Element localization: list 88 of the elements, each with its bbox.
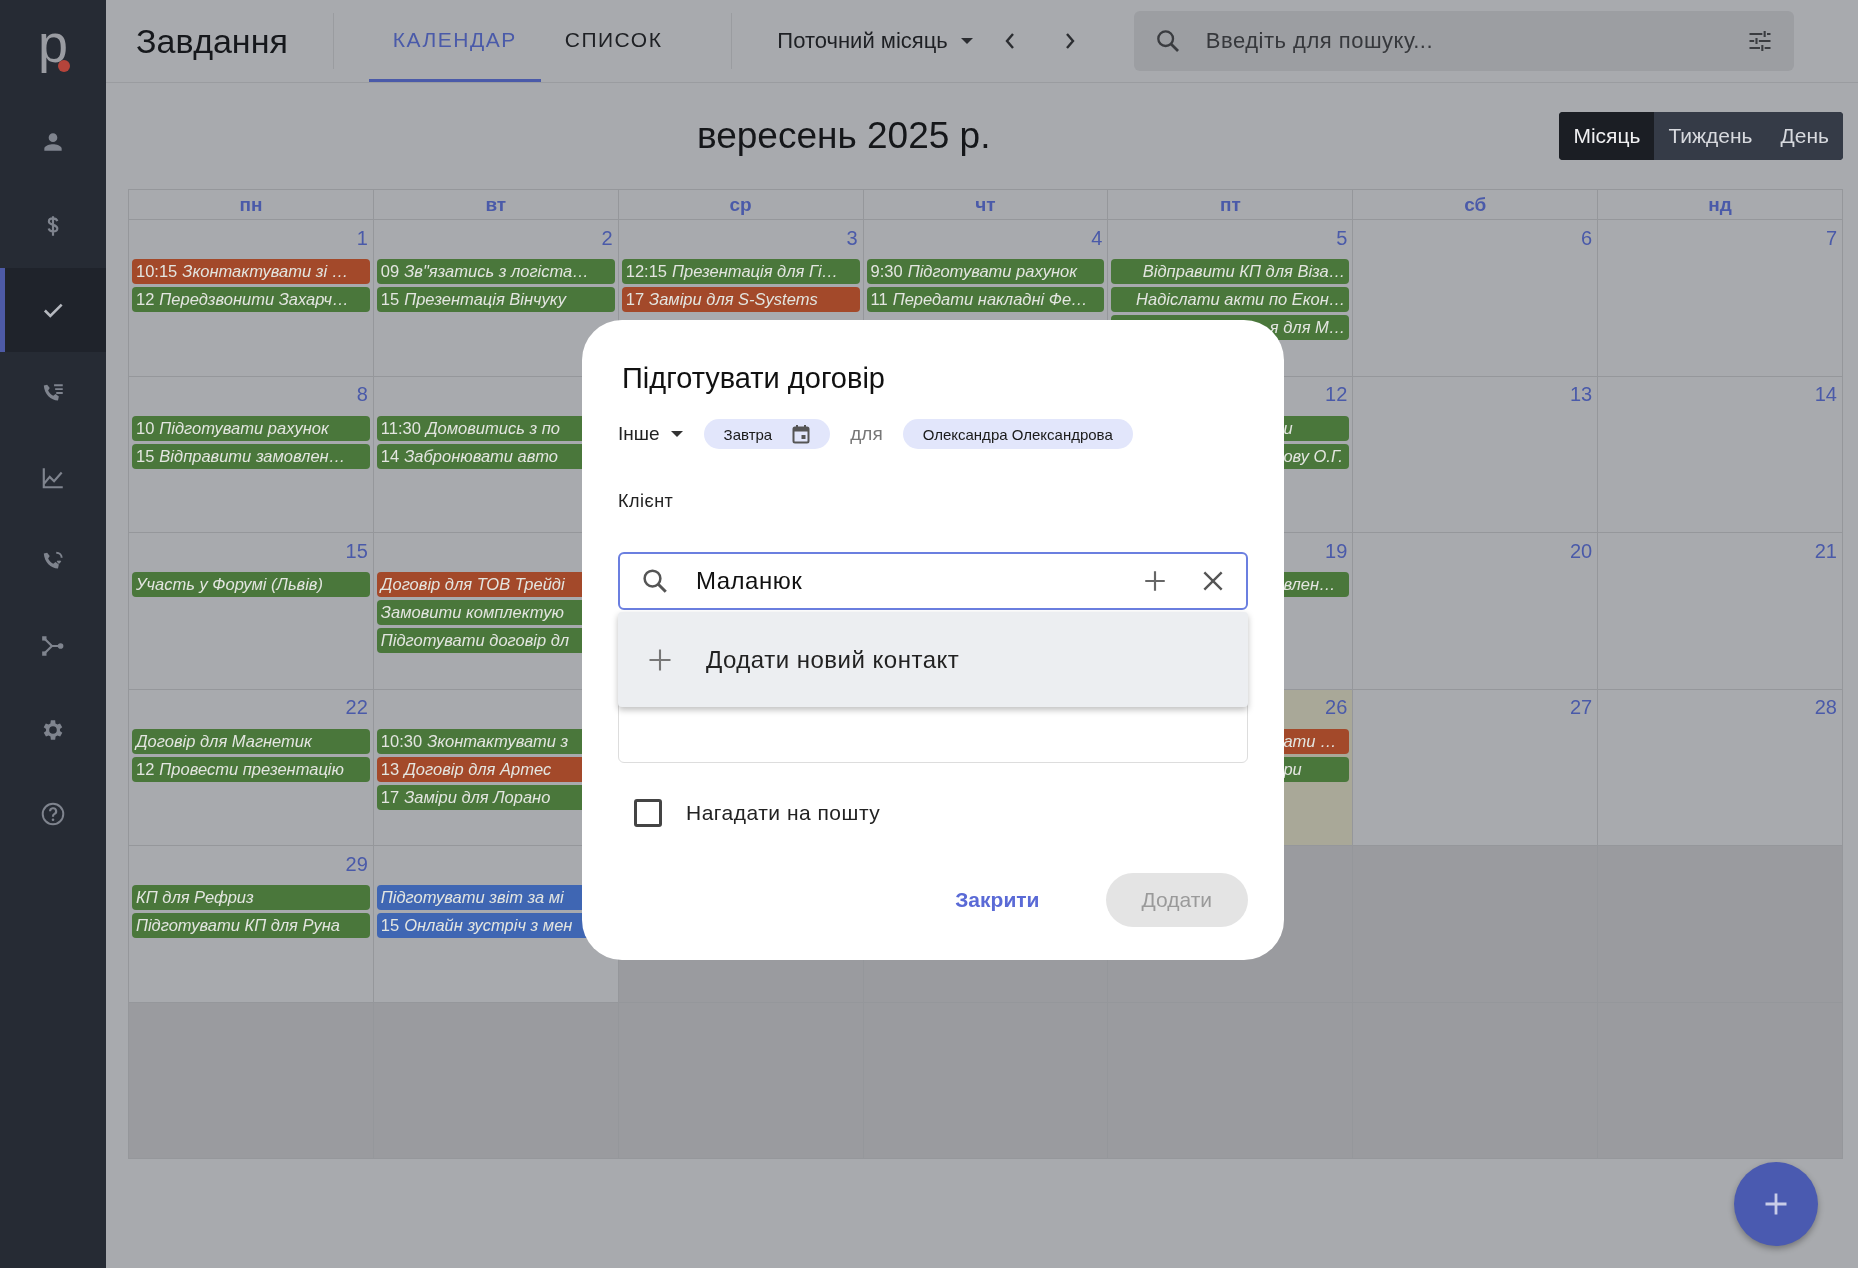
event-chip[interactable]: 12 Передзвонити Захарч… <box>132 287 370 312</box>
for-label: для <box>850 423 883 445</box>
day-number: 3 <box>846 226 859 250</box>
view-button[interactable]: Місяць <box>1559 112 1655 160</box>
event-chip[interactable]: 15 Презентація Вінчуку <box>376 287 615 312</box>
event-chip[interactable]: Відправити КП для Віза… <box>1111 259 1350 284</box>
nav-item[interactable] <box>0 268 106 352</box>
day-cell[interactable]: 7 <box>1598 220 1843 377</box>
weekday-header: чт <box>863 190 1109 220</box>
logo[interactable]: p <box>28 0 78 100</box>
line-chart-icon <box>40 465 66 491</box>
day-cell[interactable]: 22 Договір для Магнетик 12 Провести презентацію <box>129 689 374 846</box>
event-chip[interactable]: 09 Зв"язатись з логіста… <box>376 259 615 284</box>
event-chip[interactable]: 11 Передати накладні Фе… <box>866 287 1105 312</box>
day-number: 7 <box>1825 226 1838 250</box>
weekday-header: сб <box>1353 190 1599 220</box>
close-button[interactable]: Закрити <box>919 873 1076 927</box>
day-number: 12 <box>1325 383 1349 406</box>
event-chip[interactable]: 12 Провести презентацію <box>132 756 370 782</box>
day-number: 26 <box>1325 696 1349 719</box>
help-icon <box>40 801 66 827</box>
calendar-icon <box>792 424 811 444</box>
day-cell[interactable]: 1 10:15 Зконтактувати зі … 12 Передзвонити Захарч… <box>129 220 374 377</box>
event-chip[interactable]: 12:15 Презентація для Гі… <box>621 259 860 284</box>
event-chip[interactable]: 10 Підготувати рахунок <box>132 415 370 441</box>
page-title: Завдання <box>136 21 288 61</box>
weekday-header: вт <box>373 190 619 220</box>
caret-icon <box>959 37 974 45</box>
search-field[interactable]: Введіть для пошуку... <box>1133 11 1794 71</box>
day-cell[interactable]: 6 <box>1353 220 1599 377</box>
event-chip[interactable]: Участь у Форумі (Львів) <box>132 572 370 597</box>
day-number: 22 <box>345 696 369 719</box>
day-number: 29 <box>345 852 369 876</box>
assignee-chip[interactable]: Олександра Олександрова <box>902 419 1133 449</box>
search-icon <box>640 566 670 596</box>
day-cell[interactable]: 20 <box>1353 533 1599 690</box>
view-tab[interactable]: КАЛЕНДАР <box>368 0 541 82</box>
day-cell[interactable]: 13 <box>1353 376 1599 533</box>
day-cell[interactable]: 15 Участь у Форумі (Львів) <box>129 533 374 690</box>
day-number: 13 <box>1569 383 1594 406</box>
day-cell[interactable]: 21 <box>1598 533 1843 690</box>
caret-icon <box>669 430 684 438</box>
period-dropdown[interactable]: Поточний місяць <box>777 28 974 54</box>
chevron-right-icon <box>1063 32 1076 50</box>
date-chip[interactable]: Завтра <box>703 419 831 449</box>
day-number: 1 <box>356 226 369 250</box>
day-number: 8 <box>356 383 369 406</box>
event-chip[interactable]: КП для Рефриз <box>132 885 370 910</box>
branch-icon <box>40 633 66 659</box>
day-number: 15 <box>345 539 369 563</box>
day-number: 20 <box>1569 539 1594 563</box>
day-cell[interactable]: 29 КП для Рефриз Підготувати КП для Руна <box>129 846 374 1003</box>
day-number: 27 <box>1569 696 1594 719</box>
day-number: 2 <box>601 226 614 250</box>
weekday-header: пн <box>129 190 374 220</box>
type-dropdown[interactable]: Інше <box>618 423 684 445</box>
day-number: 4 <box>1091 226 1104 250</box>
event-chip[interactable]: Надіслати акти по Екон… <box>1111 287 1350 312</box>
event-chip[interactable]: Підготувати КП для Руна <box>132 913 370 938</box>
day-cell[interactable]: 8 10 Підготувати рахунок 15 Відправити замовлен… <box>129 376 374 533</box>
event-chip[interactable]: 17 Заміри для S-Systems <box>621 287 860 312</box>
weekday-header: нд <box>1598 190 1843 220</box>
day-number: 28 <box>1814 696 1838 719</box>
weekday-header: пт <box>1108 190 1354 220</box>
month-title: вересень 2025 р. <box>695 115 992 157</box>
weekday-header: ср <box>618 190 864 220</box>
day-number: 19 <box>1325 539 1349 563</box>
chevron-left-icon <box>1003 32 1016 50</box>
plus-icon[interactable] <box>1142 568 1168 594</box>
search-input[interactable]: Введіть для пошуку... <box>1203 27 1724 55</box>
add-contact-option[interactable]: Додати новий контакт <box>618 612 1248 707</box>
view-tab[interactable]: СПИСОК <box>540 0 687 82</box>
checkbox[interactable] <box>634 799 662 827</box>
client-field[interactable]: Маланюк <box>618 552 1248 610</box>
event-chip[interactable]: Договір для Магнетик <box>132 728 370 754</box>
reminder-label: Нагадати на пошту <box>686 801 881 825</box>
client-label: Клієнт <box>618 491 675 512</box>
day-number: 14 <box>1814 383 1838 406</box>
day-number: 21 <box>1814 539 1838 563</box>
view-button[interactable]: День <box>1766 112 1843 160</box>
event-chip[interactable]: 15 Відправити замовлен… <box>132 443 370 469</box>
event-chip[interactable]: 10:15 Зконтактувати зі … <box>132 259 370 284</box>
day-cell[interactable]: 14 <box>1598 376 1843 533</box>
event-chip[interactable]: 9:30 Підготувати рахунок <box>866 259 1105 284</box>
view-button[interactable]: Тиждень <box>1654 112 1767 160</box>
add-button[interactable] <box>1734 1162 1818 1246</box>
day-number: 5 <box>1336 226 1349 250</box>
day-number: 6 <box>1581 226 1594 250</box>
